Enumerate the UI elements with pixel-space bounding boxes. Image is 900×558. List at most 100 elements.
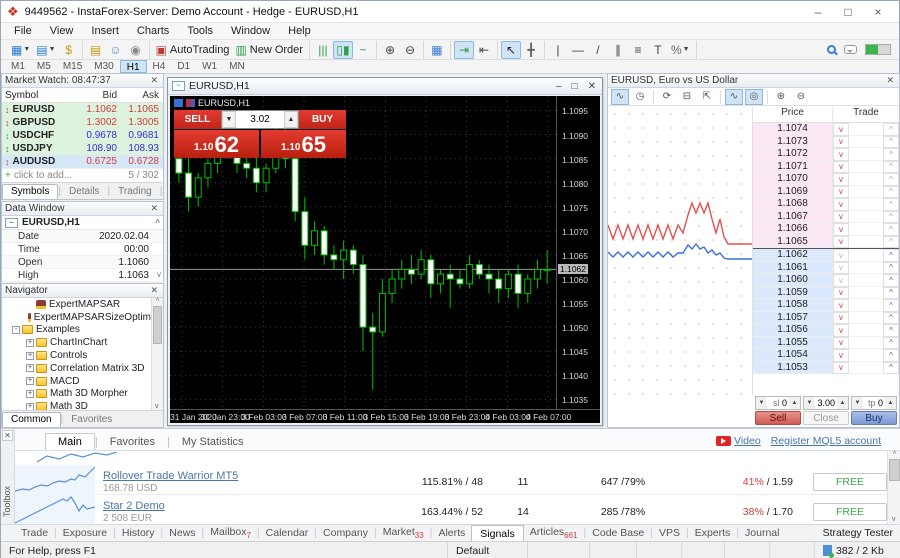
chart-shift-icon[interactable]: ⇤: [474, 41, 494, 59]
price-list-icon[interactable]: ▤: [86, 41, 106, 59]
expand-icon[interactable]: +: [26, 339, 34, 347]
dom-depth-icon[interactable]: ⊟: [678, 89, 696, 105]
sell-at-price-button[interactable]: v: [833, 362, 849, 375]
menu-view[interactable]: View: [41, 24, 83, 38]
text-icon[interactable]: T: [648, 41, 668, 59]
close-icon[interactable]: ✕: [148, 75, 160, 86]
timeframe-m15[interactable]: M15: [57, 60, 88, 73]
timeframe-m1[interactable]: M1: [5, 60, 31, 73]
volume-value[interactable]: 3.02: [236, 111, 284, 128]
chat-icon[interactable]: [844, 45, 857, 54]
buy-at-price-button[interactable]: ^: [883, 262, 899, 275]
chart-close-button[interactable]: ✕: [588, 81, 596, 92]
dom-refresh-icon[interactable]: ⟳: [658, 89, 676, 105]
tree-item[interactable]: +Correlation Matrix 3D: [2, 362, 151, 375]
bottom-tab-signals[interactable]: Signals: [471, 525, 523, 542]
tree-item[interactable]: -Examples: [2, 324, 151, 337]
buy-at-price-button[interactable]: ^: [883, 173, 899, 186]
tree-item[interactable]: ExpertMAPSARSizeOptim: [2, 311, 151, 324]
profiles-icon[interactable]: ▤▼: [33, 41, 58, 59]
sell-at-price-button[interactable]: v: [833, 161, 849, 174]
buy-at-price-button[interactable]: ^: [883, 337, 899, 350]
sell-at-price-button[interactable]: v: [833, 262, 849, 275]
bottom-tab-articles[interactable]: Articles661: [524, 525, 584, 541]
maximize-button[interactable]: □: [833, 3, 863, 21]
buy-at-price-button[interactable]: ^: [883, 349, 899, 362]
signals-service-icon[interactable]: ◉: [126, 41, 146, 59]
tile-windows-icon[interactable]: ▦: [427, 41, 447, 59]
timeframe-m30[interactable]: M30: [88, 60, 119, 73]
buy-button[interactable]: BUY: [299, 110, 346, 129]
buy-at-price-button[interactable]: ^: [883, 161, 899, 174]
stop-loss-spinner[interactable]: ▼sl 0▲: [755, 396, 801, 410]
sell-at-price-button[interactable]: v: [833, 287, 849, 300]
sell-at-price-button[interactable]: v: [833, 236, 849, 249]
autotrading-button[interactable]: ▣AutoTrading: [153, 41, 233, 59]
buy-at-price-button[interactable]: ^: [883, 136, 899, 149]
register-mql5-link[interactable]: Register MQL5 account: [771, 435, 881, 447]
strategy-tester-label[interactable]: Strategy Tester: [823, 527, 900, 539]
horizontal-line-icon[interactable]: —: [568, 41, 588, 59]
toolbox-tab-favorites[interactable]: Favorites: [98, 434, 167, 450]
tree-item[interactable]: +Math 3D: [2, 400, 151, 410]
sell-at-price-button[interactable]: v: [833, 299, 849, 312]
sell-at-price-button[interactable]: v: [833, 223, 849, 236]
scroll-down-icon[interactable]: v: [157, 270, 161, 279]
menu-help[interactable]: Help: [279, 24, 320, 38]
tree-item[interactable]: +ChartInChart: [2, 336, 151, 349]
buy-at-price-button[interactable]: ^: [883, 249, 899, 262]
buy-at-price-button[interactable]: ^: [883, 274, 899, 287]
video-link[interactable]: Video: [716, 435, 761, 447]
price-axis[interactable]: 1.10951.10901.10851.10801.10751.10701.10…: [556, 96, 600, 409]
trendline-icon[interactable]: /: [588, 41, 608, 59]
menu-window[interactable]: Window: [222, 24, 279, 38]
expand-icon[interactable]: +: [26, 377, 34, 385]
buy-at-price-button[interactable]: ^: [883, 312, 899, 325]
chart-plot-area[interactable]: EURUSD,H1 SELL ▼ 3.02 ▲ BUY 1.10 62: [170, 96, 600, 423]
chevron-down-icon[interactable]: ▼: [683, 46, 690, 53]
dom-tick-chart-icon[interactable]: ∿: [725, 89, 743, 105]
toolbox-tab-my-statistics[interactable]: My Statistics: [170, 434, 256, 450]
auto-scroll-icon[interactable]: ⇥: [454, 41, 474, 59]
vertical-line-icon[interactable]: |: [548, 41, 568, 59]
dom-chart-toggle-icon[interactable]: ∿: [611, 89, 629, 105]
bottom-tab-experts[interactable]: Experts: [689, 526, 737, 540]
toolbox-close-icon[interactable]: ✕: [2, 430, 13, 441]
signal-row[interactable]: Rollover Trade Warrior MT5168.78 USD115.…: [15, 465, 887, 495]
expand-icon[interactable]: +: [26, 403, 34, 410]
market-watch-row[interactable]: ↕GBPUSD1.30021.3005: [2, 116, 163, 129]
chart-maximize-button[interactable]: □: [572, 81, 578, 92]
volume-increase-button[interactable]: ▲: [284, 111, 298, 128]
timeframe-mn[interactable]: MN: [223, 60, 251, 73]
tree-item[interactable]: +Controls: [2, 349, 151, 362]
tree-item[interactable]: ExpertMAPSAR: [2, 298, 151, 311]
timeframe-h1[interactable]: H1: [120, 60, 147, 73]
market-watch-row[interactable]: ↕USDCHF0.96780.9681: [2, 129, 163, 142]
signal-link[interactable]: Rollover Trade Warrior MT5: [103, 470, 238, 482]
bottom-tab-journal[interactable]: Journal: [739, 526, 785, 540]
buy-at-price-button[interactable]: ^: [883, 236, 899, 249]
fibonacci-icon[interactable]: ≡: [628, 41, 648, 59]
expand-icon[interactable]: +: [26, 364, 34, 372]
menu-charts[interactable]: Charts: [128, 24, 178, 38]
bar-chart-icon[interactable]: |||: [313, 41, 333, 59]
menu-file[interactable]: File: [5, 24, 41, 38]
oneclick-toggle-icon[interactable]: [174, 99, 183, 107]
minimize-button[interactable]: –: [803, 3, 833, 21]
toolbox-scrollbar[interactable]: ^v: [887, 451, 900, 524]
free-button[interactable]: FREE: [813, 503, 887, 521]
sell-at-price-button[interactable]: v: [833, 211, 849, 224]
collapse-icon[interactable]: -: [12, 326, 20, 334]
sell-at-price-button[interactable]: v: [833, 136, 849, 149]
bottom-tab-trade[interactable]: Trade: [15, 526, 54, 540]
sell-at-price-button[interactable]: v: [833, 148, 849, 161]
chart-window-titlebar[interactable]: ~ EURUSD,H1 – □ ✕: [168, 78, 602, 95]
new-chart-icon[interactable]: ▦▼: [8, 41, 33, 59]
sell-at-price-button[interactable]: v: [833, 337, 849, 350]
market-watch-add-row[interactable]: + click to add... 5 / 302: [2, 168, 163, 182]
scroll-up-icon[interactable]: ^: [155, 218, 163, 227]
buy-at-price-button[interactable]: ^: [883, 123, 899, 136]
menu-insert[interactable]: Insert: [82, 24, 128, 38]
close-icon[interactable]: ✕: [884, 75, 896, 86]
bottom-tab-company[interactable]: Company: [317, 526, 374, 540]
